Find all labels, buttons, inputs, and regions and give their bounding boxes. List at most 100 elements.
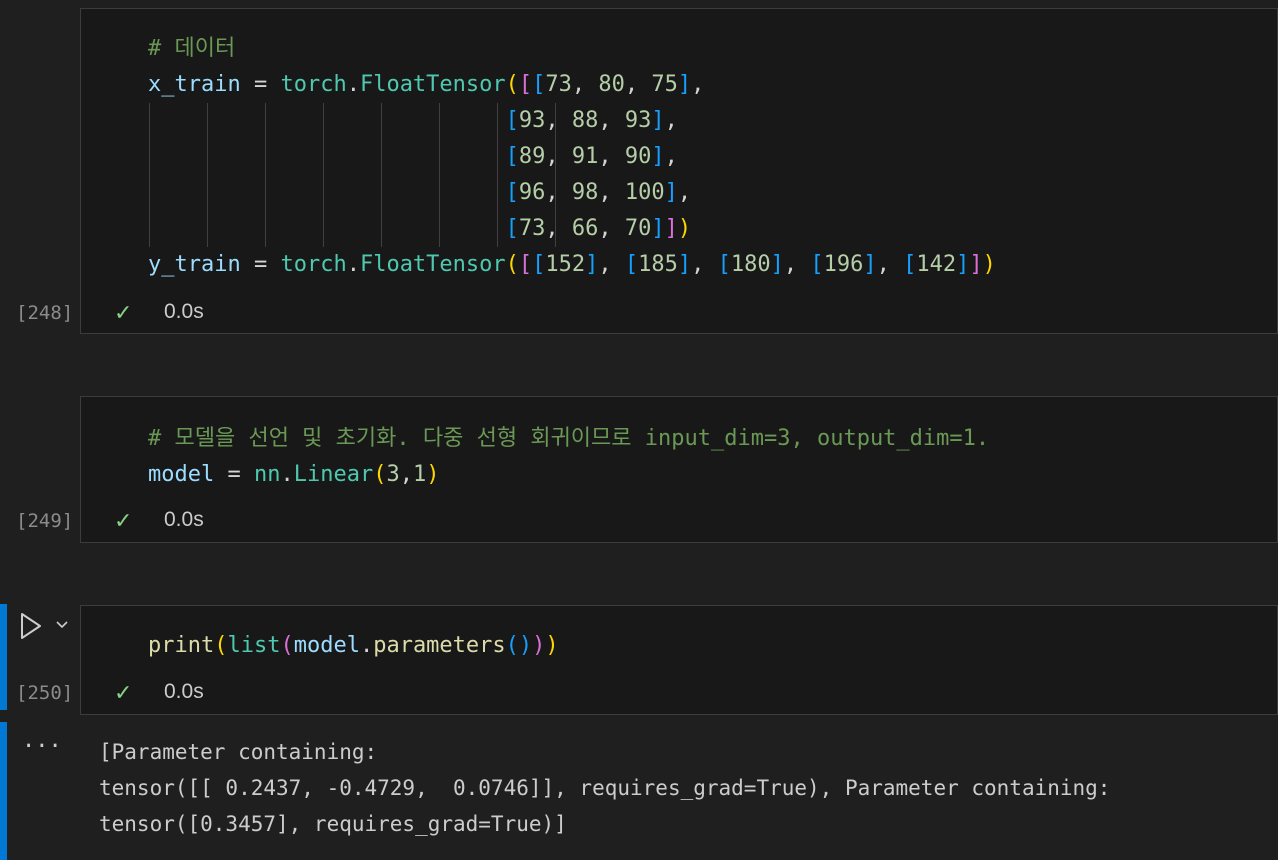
code-token: )	[677, 216, 692, 241]
code-token: (	[280, 633, 294, 658]
code-token: [	[505, 108, 519, 133]
code-token: 80	[598, 72, 625, 97]
code-token: list	[227, 633, 281, 658]
indent-guide	[555, 103, 556, 247]
execution-count: [250]	[16, 682, 74, 704]
code-line[interactable]: y_train = torch.FloatTensor([[152], [185…	[148, 247, 996, 283]
code-line[interactable]: x_train = torch.FloatTensor([[73, 80, 75…	[148, 67, 996, 103]
indent-guide	[265, 103, 266, 247]
code-token: ,	[783, 252, 811, 277]
code-token: 1	[412, 462, 427, 487]
code-token: ,	[664, 144, 678, 169]
code-token: 73	[518, 216, 546, 241]
code-token: FloatTensor	[359, 252, 506, 277]
code-token: ,	[598, 108, 625, 133]
code-line[interactable]: [73, 66, 70]])	[148, 211, 996, 247]
execution-count: [248]	[16, 302, 74, 324]
indent-guide	[497, 103, 498, 247]
code-line[interactable]: print(list(model.parameters()))	[148, 628, 559, 664]
code-token: [	[903, 252, 917, 277]
code-line[interactable]: [89, 91, 90],	[148, 139, 996, 175]
code-line[interactable]: model = nn.Linear(3,1)	[148, 457, 989, 493]
code-line[interactable]: [96, 98, 100],	[148, 175, 996, 211]
output-line: [Parameter containing:	[99, 740, 378, 764]
code-token: ,	[545, 108, 572, 133]
code-token: 196	[823, 252, 864, 277]
play-icon	[21, 613, 41, 639]
code-token: ,	[691, 252, 718, 277]
code-token: (	[505, 72, 519, 97]
code-token: [	[532, 252, 546, 277]
code-token: model	[293, 633, 360, 658]
code-token: ,	[691, 72, 705, 97]
code-token: ,	[571, 72, 599, 97]
execution-duration: 0.0s	[164, 300, 204, 323]
output-line: tensor([[ 0.2437, -0.4729, 0.0746]], req…	[99, 776, 1111, 800]
code-token: )	[982, 252, 996, 277]
code-token: )	[518, 633, 533, 658]
code-token: [	[518, 72, 533, 97]
code-token: ,	[598, 216, 625, 241]
code-token: ,	[598, 252, 625, 277]
code-token: torch	[280, 72, 347, 97]
code-editor[interactable]: # 데이터 x_train = torch.FloatTensor([[73, 8…	[148, 31, 996, 283]
code-token: nn	[253, 462, 281, 487]
code-token: [	[624, 252, 639, 277]
code-token: model	[148, 462, 215, 487]
code-token: ]	[677, 252, 692, 277]
code-token: 73	[545, 72, 572, 97]
code-token: 93	[518, 108, 546, 133]
code-token: [	[505, 180, 519, 205]
code-token: parameters	[373, 633, 506, 658]
check-icon: ✓	[114, 300, 133, 325]
code-token: Linear	[293, 462, 374, 487]
code-token: 180	[730, 252, 771, 277]
code-token: torch	[280, 252, 347, 277]
active-cell-indicator	[0, 604, 7, 710]
code-cell-248[interactable]: # 데이터 x_train = torch.FloatTensor([[73, 8…	[80, 8, 1278, 334]
code-token: ]	[969, 252, 983, 277]
output-line: tensor([0.3457], requires_grad=True)]	[99, 812, 567, 836]
code-token: 90	[624, 144, 652, 169]
cell-output: [Parameter containing: tensor([[ 0.2437, …	[99, 734, 1110, 842]
code-token: 93	[624, 108, 652, 133]
code-line[interactable]: # 모델을 선언 및 초기화. 다중 선형 회귀이므로 input_dim=3,…	[148, 421, 989, 457]
code-cell-249[interactable]: # 모델을 선언 및 초기화. 다중 선형 회귀이므로 input_dim=3,…	[80, 396, 1278, 543]
chevron-down-icon[interactable]	[55, 617, 69, 633]
code-token: ]	[651, 216, 665, 241]
execution-duration: 0.0s	[164, 508, 204, 531]
code-token: 142	[916, 252, 957, 277]
code-token: ]	[651, 144, 665, 169]
check-icon: ✓	[114, 680, 133, 705]
code-line[interactable]: # 데이터	[148, 31, 996, 67]
code-token: (	[505, 252, 519, 277]
code-token: 91	[571, 144, 599, 169]
code-token: # 모델을 선언 및 초기화. 다중 선형 회귀이므로 input_dim=3,…	[148, 426, 990, 451]
code-token: ]	[664, 216, 678, 241]
output-menu-icon[interactable]: ···	[22, 734, 62, 759]
code-token: 100	[624, 180, 665, 205]
execution-duration: 0.0s	[164, 680, 204, 703]
code-token: ]	[651, 108, 665, 133]
code-editor[interactable]: print(list(model.parameters()))	[148, 628, 559, 664]
code-token: [	[810, 252, 824, 277]
code-token: ]	[664, 180, 678, 205]
code-token: FloatTensor	[359, 72, 506, 97]
code-token: [	[505, 216, 519, 241]
code-token: 88	[571, 108, 599, 133]
code-token: ]	[677, 72, 692, 97]
code-line[interactable]: [93, 88, 93],	[148, 103, 996, 139]
code-token: 185	[638, 252, 678, 277]
code-token: .	[359, 633, 374, 658]
indent-guide	[149, 103, 150, 247]
code-editor[interactable]: # 모델을 선언 및 초기화. 다중 선형 회귀이므로 input_dim=3,…	[148, 421, 989, 493]
code-cell-250[interactable]: print(list(model.parameters()))	[80, 605, 1278, 715]
code-token: ,	[545, 180, 572, 205]
code-token: )	[426, 462, 440, 487]
code-token: [	[505, 144, 519, 169]
code-token: 75	[651, 72, 678, 97]
run-cell-button[interactable]	[18, 611, 44, 645]
